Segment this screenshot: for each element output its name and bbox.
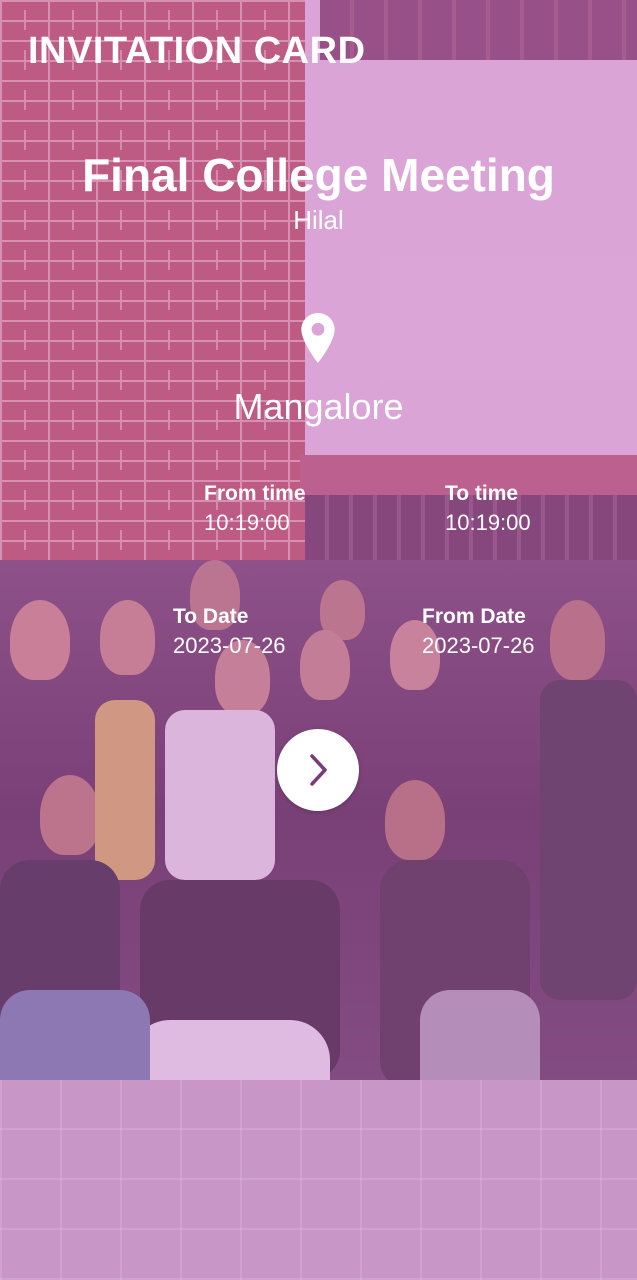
event-host: Hilal xyxy=(293,205,344,235)
to-date-label: To Date xyxy=(173,605,249,628)
chevron-right-icon xyxy=(310,754,327,786)
to-time-label: To time xyxy=(445,482,519,505)
to-time: To time 10:19:00 xyxy=(445,482,531,536)
map-pin-icon xyxy=(301,313,335,363)
to-date: To Date 2023-07-26 xyxy=(173,605,286,659)
event-location: Mangalore xyxy=(233,386,404,427)
from-date: From Date 2023-07-26 xyxy=(422,605,535,659)
from-time: From time 10:19:00 xyxy=(204,482,306,536)
from-time-value: 10:19:00 xyxy=(204,510,290,535)
next-button[interactable] xyxy=(277,729,359,811)
from-time-label: From time xyxy=(204,482,306,505)
page-title: INVITATION CARD xyxy=(28,30,366,72)
from-date-value: 2023-07-26 xyxy=(422,633,535,658)
event-title: Final College Meeting xyxy=(82,149,555,201)
to-time-value: 10:19:00 xyxy=(445,510,531,535)
to-date-value: 2023-07-26 xyxy=(173,633,286,658)
invitation-screen: INVITATION CARD Final College Meeting Hi… xyxy=(0,0,637,1280)
from-date-label: From Date xyxy=(422,605,526,628)
